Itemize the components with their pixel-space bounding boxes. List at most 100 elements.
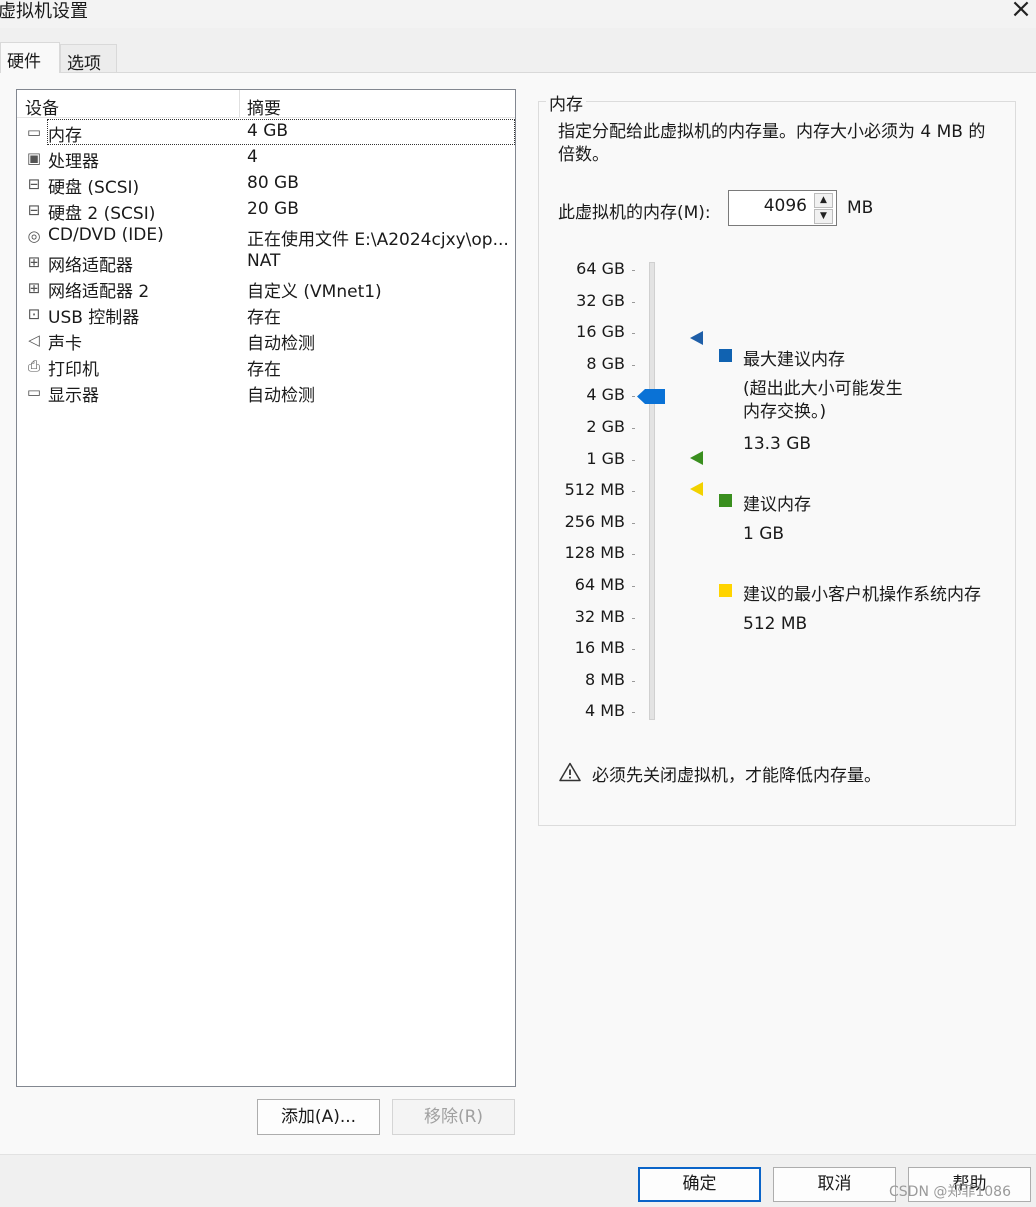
device-summary: 自定义 (VMnet1) bbox=[247, 282, 382, 302]
scale-tick bbox=[632, 428, 635, 429]
window-title: 虚拟机设置 bbox=[0, 1, 88, 22]
title-bar bbox=[0, 0, 1036, 28]
memory-slider-track[interactable] bbox=[649, 262, 655, 720]
device-row[interactable]: ⊞ 网络适配器 2 自定义 (VMnet1) bbox=[18, 275, 515, 302]
device-summary: 存在 bbox=[247, 360, 281, 380]
warning-icon bbox=[559, 762, 581, 782]
scale-label: 8 MB bbox=[584, 669, 625, 689]
close-icon[interactable]: × bbox=[1006, 0, 1036, 26]
device-summary: 4 GB bbox=[247, 121, 289, 141]
device-row[interactable]: ⊞ 网络适配器 NAT bbox=[18, 249, 515, 276]
scale-label: 1 GB bbox=[586, 448, 625, 468]
device-summary: 4 bbox=[247, 147, 258, 167]
scale-label: 32 GB bbox=[576, 290, 625, 310]
display-icon: ▭ bbox=[26, 383, 42, 401]
device-name: 声卡 bbox=[48, 334, 82, 354]
usb-icon: ⊡ bbox=[27, 305, 41, 323]
device-row[interactable]: ◁ 声卡 自动检测 bbox=[18, 327, 515, 354]
scale-tick bbox=[632, 617, 635, 619]
device-list[interactable]: 设备 摘要 ▭ 内存 4 GB ▣ 处理器 4 ⊟ 硬盘 (SCSI) 80 GB ⊟ 硬盘 2 (… bbox=[16, 89, 516, 1087]
recommended-title: 建议内存 bbox=[743, 495, 811, 515]
recommended-marker bbox=[690, 451, 703, 465]
device-row[interactable]: ▣ 处理器 4 bbox=[18, 145, 515, 172]
scale-label: 16 MB bbox=[574, 638, 625, 658]
device-name: 内存 bbox=[48, 126, 82, 146]
scale-label: 8 GB bbox=[586, 353, 625, 373]
max-recommended-title: 最大建议内存 bbox=[743, 350, 845, 370]
scale-label: 32 MB bbox=[574, 606, 625, 626]
hard-disk-icon: ⊟ bbox=[27, 201, 41, 219]
device-summary: 80 GB bbox=[247, 173, 299, 193]
memory-group-title: 内存 bbox=[546, 90, 586, 115]
column-header-summary[interactable]: 摘要 bbox=[247, 94, 281, 119]
list-header: 设备 摘要 bbox=[17, 90, 515, 119]
min-recommended-value: 512 MB bbox=[743, 614, 808, 634]
memory-field-label: 此虚拟机的内存(M): bbox=[558, 203, 711, 223]
device-name: CD/DVD (IDE) bbox=[48, 225, 164, 245]
min-recommended-swatch bbox=[719, 584, 732, 597]
tab-options[interactable]: 选项 bbox=[60, 44, 117, 74]
network-adapter-icon: ⊞ bbox=[27, 279, 41, 297]
scale-label: 128 MB bbox=[564, 543, 625, 563]
scale-label: 64 MB bbox=[574, 575, 625, 594]
device-name: 网络适配器 bbox=[48, 256, 133, 276]
scale-tick bbox=[632, 270, 635, 271]
device-row[interactable]: ▭ 显示器 自动检测 bbox=[18, 379, 515, 406]
scale-tick bbox=[632, 459, 635, 461]
device-name: 处理器 bbox=[48, 152, 99, 172]
device-row[interactable]: ◎ CD/DVD (IDE) 正在使用文件 E:\A2024cjxy\op... bbox=[18, 223, 515, 250]
device-row[interactable]: ⊟ 硬盘 (SCSI) 80 GB bbox=[18, 171, 515, 198]
device-row[interactable]: ⎙ 打印机 存在 bbox=[18, 353, 515, 380]
cd-dvd-icon: ◎ bbox=[27, 227, 41, 245]
scale-label: 64 GB bbox=[576, 259, 625, 278]
recommended-swatch bbox=[719, 494, 732, 507]
scale-label: 256 MB bbox=[564, 511, 625, 531]
add-button[interactable]: 添加(A)... bbox=[257, 1099, 380, 1135]
memory-description: 指定分配给此虚拟机的内存量。内存大小必须为 4 MB 的倍数。 bbox=[558, 122, 986, 165]
spin-up-icon[interactable]: ▲ bbox=[814, 193, 833, 208]
device-row[interactable]: ▭ 内存 4 GB bbox=[18, 119, 515, 146]
max-recommended-marker bbox=[690, 331, 703, 345]
remove-button[interactable]: 移除(R) bbox=[392, 1099, 515, 1135]
scale-tick bbox=[632, 554, 635, 556]
sound-icon: ◁ bbox=[28, 331, 40, 349]
scale-label: 512 MB bbox=[564, 480, 625, 500]
memory-spinner: ▲ ▼ bbox=[811, 190, 837, 226]
device-summary: 20 GB bbox=[247, 199, 299, 219]
min-recommended-marker bbox=[690, 482, 703, 496]
memory-input[interactable]: 4096 bbox=[728, 190, 812, 226]
scale-tick bbox=[632, 712, 635, 714]
device-name: 显示器 bbox=[48, 386, 99, 406]
device-name: 硬盘 2 (SCSI) bbox=[48, 204, 156, 224]
scale-tick bbox=[632, 333, 635, 335]
column-divider[interactable] bbox=[239, 90, 240, 117]
hard-disk-icon: ⊟ bbox=[27, 175, 41, 193]
memory-slider-thumb[interactable] bbox=[637, 388, 665, 404]
ok-button[interactable]: 确定 bbox=[638, 1167, 761, 1202]
device-row[interactable]: ⊡ USB 控制器 存在 bbox=[18, 301, 515, 328]
memory-scale: 64 GB 32 GB 16 GB 8 GB 4 GB 2 GB 1 GB 512 MB 256… bbox=[540, 0, 625, 720]
memory-icon: ▭ bbox=[26, 123, 42, 141]
column-header-device[interactable]: 设备 bbox=[25, 94, 59, 119]
recommended-value: 1 GB bbox=[743, 524, 785, 544]
device-summary: NAT bbox=[247, 251, 281, 271]
scale-tick bbox=[632, 649, 635, 651]
max-recommended-note: (超出此大小可能发生内存交换。) bbox=[743, 379, 903, 422]
device-name: 打印机 bbox=[48, 360, 99, 380]
spin-down-icon[interactable]: ▼ bbox=[814, 209, 833, 224]
scale-label: 16 GB bbox=[576, 322, 625, 342]
scale-tick bbox=[632, 491, 635, 493]
watermark: CSDN @郑菲1086 bbox=[889, 1184, 1011, 1200]
device-name: 网络适配器 2 bbox=[48, 282, 150, 302]
device-summary: 自动检测 bbox=[247, 386, 315, 406]
device-name: USB 控制器 bbox=[48, 308, 140, 328]
scale-tick bbox=[632, 396, 635, 398]
device-summary: 存在 bbox=[247, 308, 281, 328]
scale-label: 2 GB bbox=[586, 417, 625, 436]
scale-label: 4 MB bbox=[584, 701, 625, 721]
device-row[interactable]: ⊟ 硬盘 2 (SCSI) 20 GB bbox=[18, 197, 515, 224]
scale-tick bbox=[632, 522, 635, 524]
tab-hardware[interactable]: 硬件 bbox=[0, 42, 60, 73]
device-summary: 正在使用文件 E:\A2024cjxy\op... bbox=[247, 230, 509, 250]
cancel-button[interactable]: 取消 bbox=[773, 1167, 896, 1202]
